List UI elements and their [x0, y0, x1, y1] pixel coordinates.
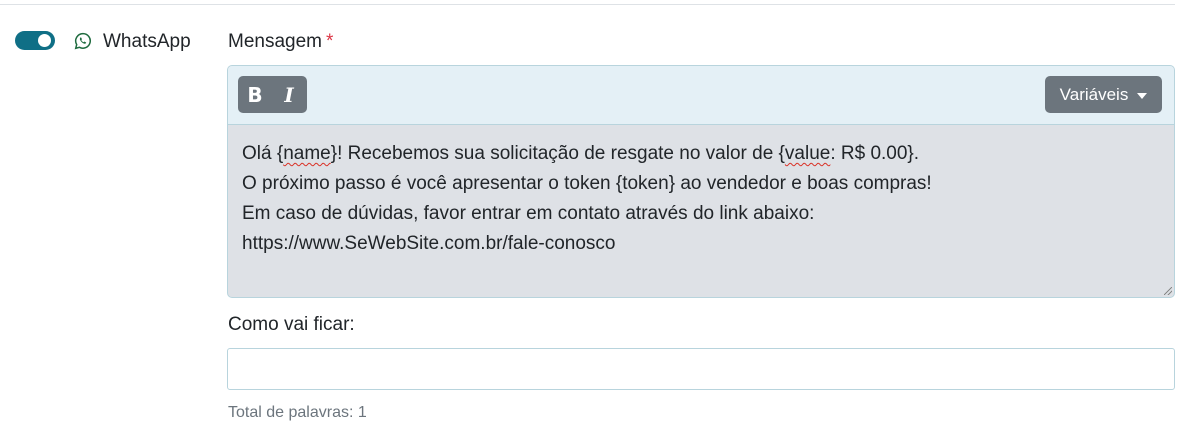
resize-handle[interactable]: [1164, 287, 1172, 295]
message-text: O próximo passo é você apresentar o toke…: [242, 173, 932, 194]
message-editor: B I Variáveis Olá {name}! Recebemos sua …: [227, 65, 1175, 298]
channel-label: WhatsApp: [103, 31, 191, 52]
message-line: O próximo passo é você apresentar o toke…: [242, 169, 1160, 199]
message-text: Em caso de dúvidas, favor entrar em cont…: [242, 203, 815, 224]
format-button-group: B I: [238, 76, 307, 113]
editor-toolbar: B I Variáveis: [228, 66, 1174, 125]
message-field-label: Mensagem *: [228, 30, 333, 54]
whatsapp-toggle-switch[interactable]: [15, 31, 55, 50]
message-text: }! Recebemos sua solicitação de resgate …: [330, 143, 785, 164]
message-text: : R$ 0.00}.: [830, 143, 920, 164]
caret-down-icon: [1137, 92, 1148, 99]
message-text: Olá {: [242, 143, 284, 164]
message-line: Em caso de dúvidas, favor entrar em cont…: [242, 199, 1160, 229]
message-text: https://www.SeWebSite.com.br/fale-conosc…: [242, 233, 616, 254]
preview-label: Como vai ficar:: [228, 314, 355, 335]
variables-label: Variáveis: [1059, 84, 1129, 104]
top-divider: [0, 4, 1175, 5]
variables-dropdown-button[interactable]: Variáveis: [1045, 76, 1162, 113]
word-count-text: Total de palavras: 1: [228, 404, 367, 421]
bold-button[interactable]: B: [238, 76, 272, 113]
required-marker: *: [326, 31, 334, 52]
toggle-knob: [38, 34, 51, 47]
message-line: Olá {name}! Recebemos sua solicitação de…: [242, 139, 1160, 169]
preview-output-box: [227, 348, 1175, 390]
spellcheck-flagged-word: name: [283, 143, 331, 164]
message-textarea[interactable]: Olá {name}! Recebemos sua solicitação de…: [228, 125, 1174, 259]
message-label-text: Mensagem: [228, 31, 322, 52]
whatsapp-icon: [74, 32, 91, 50]
spellcheck-flagged-word: value: [784, 143, 831, 164]
message-line: https://www.SeWebSite.com.br/fale-conosc…: [242, 229, 1160, 259]
italic-button[interactable]: I: [272, 76, 306, 113]
